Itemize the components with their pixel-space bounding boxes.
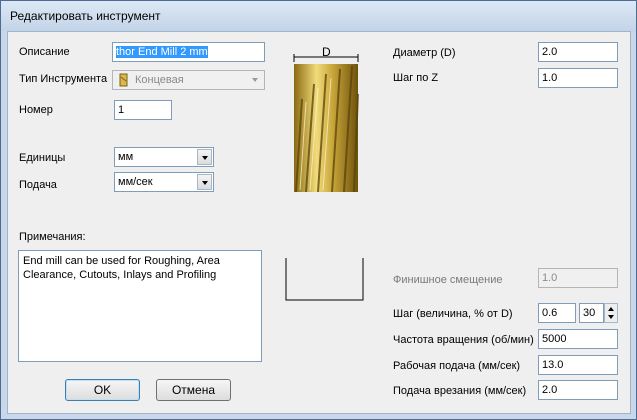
tool-type-label: Тип Инструмента — [19, 73, 108, 85]
end-mill-icon — [119, 73, 128, 87]
feed-units-value: мм/сек — [118, 176, 153, 188]
cancel-button[interactable]: Отмена — [156, 379, 231, 401]
number-label: Номер — [19, 104, 53, 116]
description-value: thor End Mill 2 mm — [116, 46, 208, 58]
finish-allowance-label: Финишное смещение — [393, 274, 503, 286]
spindle-speed-field[interactable]: 5000 — [538, 329, 618, 349]
chevron-down-icon — [248, 72, 263, 88]
stepdown-field[interactable]: 1.0 — [538, 68, 618, 88]
feed-rate-label: Рабочая подача (мм/сек) — [393, 360, 521, 372]
tool-type-select[interactable]: Концевая — [112, 70, 265, 90]
finish-allowance-field[interactable]: 1.0 — [538, 268, 618, 288]
stepover-field[interactable]: 0.6 — [538, 303, 576, 323]
units-select[interactable]: мм — [114, 147, 214, 167]
chevron-down-icon — [197, 174, 212, 190]
description-label: Описание — [19, 46, 70, 58]
units-value: мм — [118, 151, 134, 163]
material-outline — [285, 258, 364, 301]
notes-textarea[interactable]: End mill can be used for Roughing, Area … — [18, 250, 262, 362]
spindle-speed-label: Частота вращения (об/мин) — [393, 334, 534, 346]
units-label: Единицы — [19, 152, 66, 164]
plunge-rate-field[interactable]: 2.0 — [538, 380, 618, 400]
feed-units-label: Подача — [19, 179, 57, 191]
feed-units-select[interactable]: мм/сек — [114, 172, 214, 192]
tool-preview — [293, 54, 359, 193]
diameter-label: Диаметр (D) — [393, 47, 456, 59]
window-title: Редактировать инструмент — [10, 9, 161, 23]
stepover-spinner[interactable] — [604, 303, 618, 323]
notes-label: Примечания: — [19, 231, 86, 243]
stepover-percent-field[interactable]: 30 — [579, 303, 604, 323]
title-bar[interactable]: Редактировать инструмент — [1, 1, 636, 31]
chevron-down-icon — [197, 149, 212, 165]
description-field[interactable]: thor End Mill 2 mm — [112, 42, 265, 62]
stepdown-label: Шаг по Z — [393, 72, 439, 84]
diameter-field[interactable]: 2.0 — [538, 42, 618, 62]
ok-button[interactable]: OK — [65, 379, 140, 401]
plunge-rate-label: Подача врезания (мм/сек) — [393, 385, 527, 397]
edit-tool-dialog: Редактировать инструмент Описание thor E… — [0, 0, 637, 420]
dialog-body: Описание thor End Mill 2 mm Тип Инструме… — [7, 31, 631, 414]
feed-rate-field[interactable]: 13.0 — [538, 355, 618, 375]
stepover-label: Шаг (величина, % от D) — [393, 308, 513, 320]
number-field[interactable]: 1 — [114, 100, 172, 120]
tool-type-value: Концевая — [135, 74, 184, 86]
